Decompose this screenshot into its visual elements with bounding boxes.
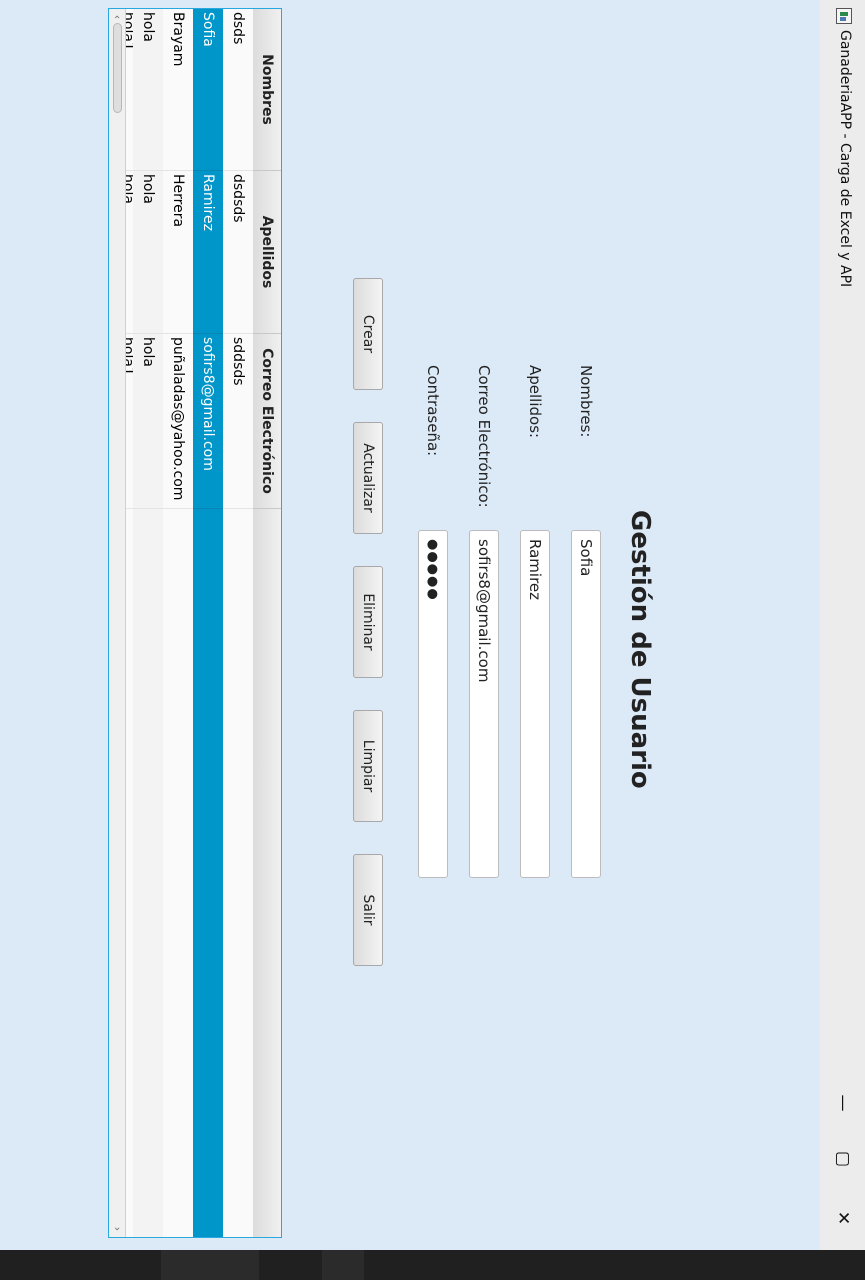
window-title: GanaderiaAPP - Carga de Excel y API <box>837 30 853 288</box>
minimize-icon[interactable]: — <box>827 1080 859 1126</box>
table-cell: Brayam <box>163 9 193 171</box>
table-row[interactable]: Brayam Herrera puñaladas@yahoo.com <box>163 9 193 1237</box>
table-cell: dsdsds <box>223 171 253 334</box>
taskbar-item[interactable] <box>207 1250 259 1280</box>
nombres-label: Nombres: <box>577 365 595 438</box>
apellidos-label: Apellidos: <box>526 365 544 439</box>
column-header-apellidos[interactable]: Apellidos <box>253 171 281 334</box>
page-title: Gestión de Usuario <box>625 510 655 789</box>
close-icon[interactable]: ✕ <box>827 1195 859 1241</box>
table-cell: sofirs8@gmail.com <box>193 334 223 509</box>
taskbar-item[interactable] <box>161 1250 207 1280</box>
crear-button[interactable]: Crear <box>353 278 383 390</box>
actualizar-button[interactable]: Actualizar <box>353 422 383 534</box>
table-header: Nombres Apellidos Correo Electrónico <box>252 9 281 1237</box>
table-cell: hola <box>133 9 163 171</box>
table-cell: sddsds <box>223 334 253 509</box>
scroll-right-icon[interactable]: › <box>109 1221 125 1237</box>
table-cell: dsds <box>223 9 253 171</box>
eliminar-button[interactable]: Eliminar <box>353 566 383 678</box>
maximize-icon[interactable]: ▢ <box>827 1136 859 1182</box>
limpiar-button[interactable]: Limpiar <box>353 710 383 822</box>
contrasena-label: Contraseña: <box>424 365 442 457</box>
column-header-correo[interactable]: Correo Electrónico <box>253 334 281 509</box>
apellidos-field[interactable] <box>520 530 550 878</box>
horizontal-scrollbar[interactable]: ‹ › <box>109 9 126 1237</box>
table-row[interactable]: hola hola hola <box>133 9 163 1237</box>
table-row-selected[interactable]: Sofia Ramirez sofirs8@gmail.com <box>193 9 223 1237</box>
main-content: Gestión de Usuario Nombres: Apellidos: C… <box>0 0 820 1250</box>
correo-label: Correo Electrónico: <box>475 365 493 508</box>
scrollbar-thumb[interactable] <box>113 23 122 113</box>
table-cell: hola <box>133 171 163 334</box>
taskbar <box>0 1250 865 1280</box>
title-bar: GanaderiaAPP - Carga de Excel y API — ▢ … <box>819 0 865 1250</box>
app-window: GanaderiaAPP - Carga de Excel y API — ▢ … <box>0 0 865 1280</box>
table-cell: Sofia <box>193 9 223 171</box>
table-cell: puñaladas@yahoo.com <box>163 334 193 509</box>
users-table: Nombres Apellidos Correo Electrónico dsd… <box>108 8 282 1238</box>
table-cell: hola <box>133 334 163 509</box>
column-header-nombres[interactable]: Nombres <box>253 9 281 171</box>
table-cell: Ramirez <box>193 171 223 334</box>
correo-field[interactable] <box>469 530 499 878</box>
app-icon <box>836 8 852 24</box>
table-row[interactable]: dsds dsdsds sddsds <box>223 9 253 1237</box>
salir-button[interactable]: Salir <box>353 854 383 966</box>
table-cell: Herrera <box>163 171 193 334</box>
taskbar-item[interactable] <box>322 1250 364 1280</box>
nombres-field[interactable] <box>571 530 601 878</box>
table-body: dsds dsdsds sddsds Sofia Ramirez sofirs8… <box>123 9 253 1237</box>
contrasena-field[interactable] <box>418 530 448 878</box>
